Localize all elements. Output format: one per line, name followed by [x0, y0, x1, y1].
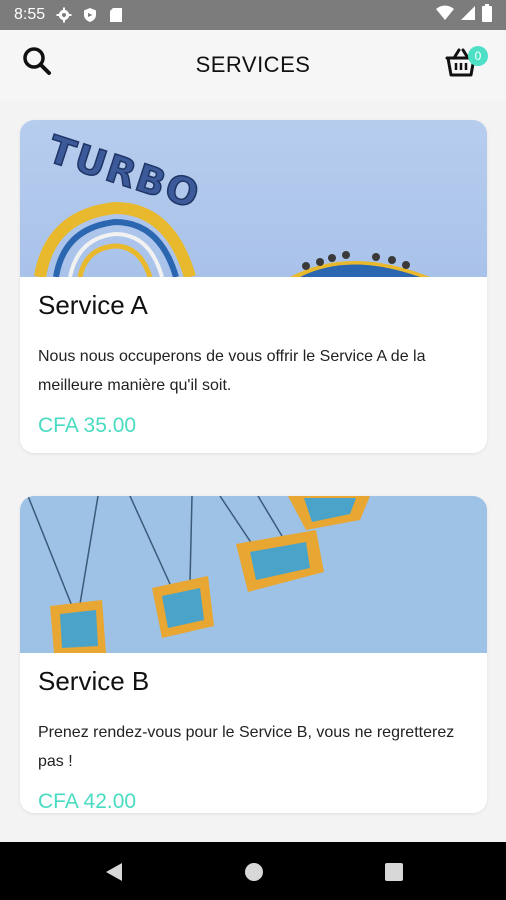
basket-icon	[444, 48, 478, 84]
service-name: Service B	[38, 666, 150, 696]
home-icon[interactable]	[242, 860, 266, 884]
service-card-a[interactable]: TURBO Service A Nous nous occuperons de …	[20, 120, 487, 453]
app-bar: SERVICES 0	[0, 30, 506, 100]
service-description: Nous nous occuperons de vous offrir le S…	[38, 348, 426, 394]
wifi-icon	[436, 5, 454, 26]
signal-icon	[460, 5, 476, 26]
service-b-image	[20, 496, 487, 653]
battery-icon	[482, 3, 492, 27]
service-name: Service A	[38, 290, 148, 320]
shield-icon	[81, 6, 99, 24]
recents-icon[interactable]	[382, 860, 406, 884]
service-description: Prenez rendez-vous pour le Service B, vo…	[38, 724, 455, 770]
service-card-b[interactable]: Service B Prenez rendez-vous pour le Ser…	[20, 496, 487, 813]
settings-icon	[55, 6, 73, 24]
status-bar: 8:55	[0, 0, 506, 30]
status-time: 8:55	[14, 6, 46, 23]
page-title: SERVICES	[195, 52, 311, 77]
back-icon[interactable]	[102, 860, 126, 884]
service-price: CFA 42.00	[38, 790, 137, 813]
sim-card-icon	[107, 6, 125, 24]
service-a-image: TURBO	[20, 120, 487, 279]
service-price: CFA 35.00	[38, 414, 137, 437]
cart-count-badge: 0	[468, 46, 488, 66]
system-nav-bar	[0, 842, 506, 900]
